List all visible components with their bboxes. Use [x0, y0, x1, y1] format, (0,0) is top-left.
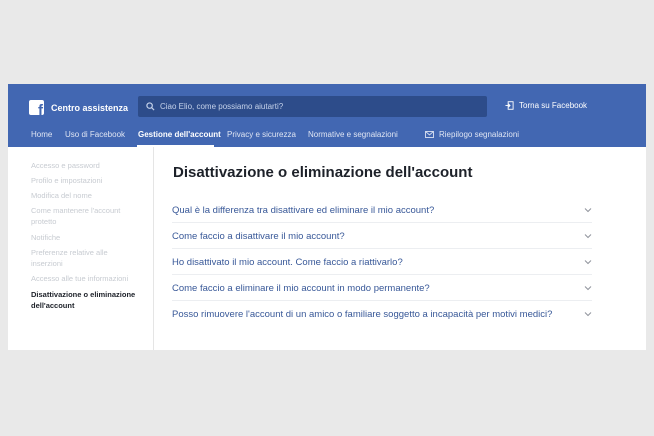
- faq-question[interactable]: Ho disattivato il mio account. Come facc…: [172, 257, 403, 268]
- reports-summary-label: Riepilogo segnalazioni: [439, 130, 520, 139]
- back-to-facebook-link[interactable]: Torna su Facebook: [505, 101, 587, 110]
- sidebar-item-profilo-impostazioni[interactable]: Profilo e impostazioni: [31, 175, 141, 186]
- faq-item[interactable]: Ho disattivato il mio account. Come facc…: [172, 250, 592, 275]
- tab-normative-segnalazioni[interactable]: Normative e segnalazioni: [308, 130, 398, 139]
- faq-item[interactable]: Posso rimuovere l'account di un amico o …: [172, 302, 592, 327]
- sidebar-item-accesso-password[interactable]: Accesso e password: [31, 160, 141, 171]
- brand[interactable]: f Centro assistenza: [29, 100, 128, 115]
- search-icon: [146, 102, 155, 111]
- sidebar-item-preferenze-inserzioni[interactable]: Preferenze relative alle inserzioni: [31, 247, 141, 269]
- sidebar: Accesso e password Profilo e impostazion…: [8, 147, 154, 350]
- inbox-icon: [425, 131, 434, 138]
- chevron-down-icon[interactable]: [584, 311, 592, 317]
- faq-item[interactable]: Come faccio a eliminare il mio account i…: [172, 276, 592, 301]
- chevron-down-icon[interactable]: [584, 259, 592, 265]
- sidebar-item-account-protetto[interactable]: Come mantenere l'account protetto: [31, 205, 141, 227]
- tab-uso-di-facebook[interactable]: Uso di Facebook: [65, 130, 125, 139]
- chevron-down-icon[interactable]: [584, 233, 592, 239]
- sidebar-item-notifiche[interactable]: Notifiche: [31, 232, 141, 243]
- sidebar-item-disattivazione-eliminazione[interactable]: Disattivazione o eliminazione dell'accou…: [31, 289, 141, 311]
- faq-question[interactable]: Qual è la differenza tra disattivare ed …: [172, 205, 434, 216]
- search-box[interactable]: [138, 96, 487, 117]
- reports-summary-link[interactable]: Riepilogo segnalazioni: [425, 130, 519, 139]
- faq-question[interactable]: Posso rimuovere l'account di un amico o …: [172, 309, 552, 320]
- top-bar: f Centro assistenza Torna su Facebook Ho…: [8, 84, 646, 147]
- tab-home[interactable]: Home: [31, 130, 52, 139]
- main-content: Disattivazione o eliminazione dell'accou…: [154, 147, 646, 350]
- sidebar-item-accesso-informazioni[interactable]: Accesso alle tue informazioni: [31, 273, 141, 284]
- faq-question[interactable]: Come faccio a eliminare il mio account i…: [172, 283, 430, 294]
- sidebar-item-modifica-nome[interactable]: Modifica del nome: [31, 190, 141, 201]
- exit-icon: [505, 101, 514, 110]
- help-center-window: f Centro assistenza Torna su Facebook Ho…: [8, 84, 646, 350]
- page-title: Disattivazione o eliminazione dell'accou…: [173, 164, 473, 181]
- back-label: Torna su Facebook: [519, 101, 588, 110]
- chevron-down-icon[interactable]: [584, 285, 592, 291]
- chevron-down-icon[interactable]: [584, 207, 592, 213]
- tab-gestione-account[interactable]: Gestione dell'account: [138, 130, 221, 139]
- faq-item[interactable]: Come faccio a disattivare il mio account…: [172, 224, 592, 249]
- facebook-logo-icon: f: [29, 100, 44, 115]
- brand-title: Centro assistenza: [51, 102, 129, 113]
- search-input[interactable]: [160, 102, 480, 111]
- tab-privacy-sicurezza[interactable]: Privacy e sicurezza: [227, 130, 296, 139]
- faq-question[interactable]: Come faccio a disattivare il mio account…: [172, 231, 345, 242]
- nav-bar: Home Uso di Facebook Gestione dell'accou…: [8, 125, 646, 147]
- faq-item[interactable]: Qual è la differenza tra disattivare ed …: [172, 198, 592, 223]
